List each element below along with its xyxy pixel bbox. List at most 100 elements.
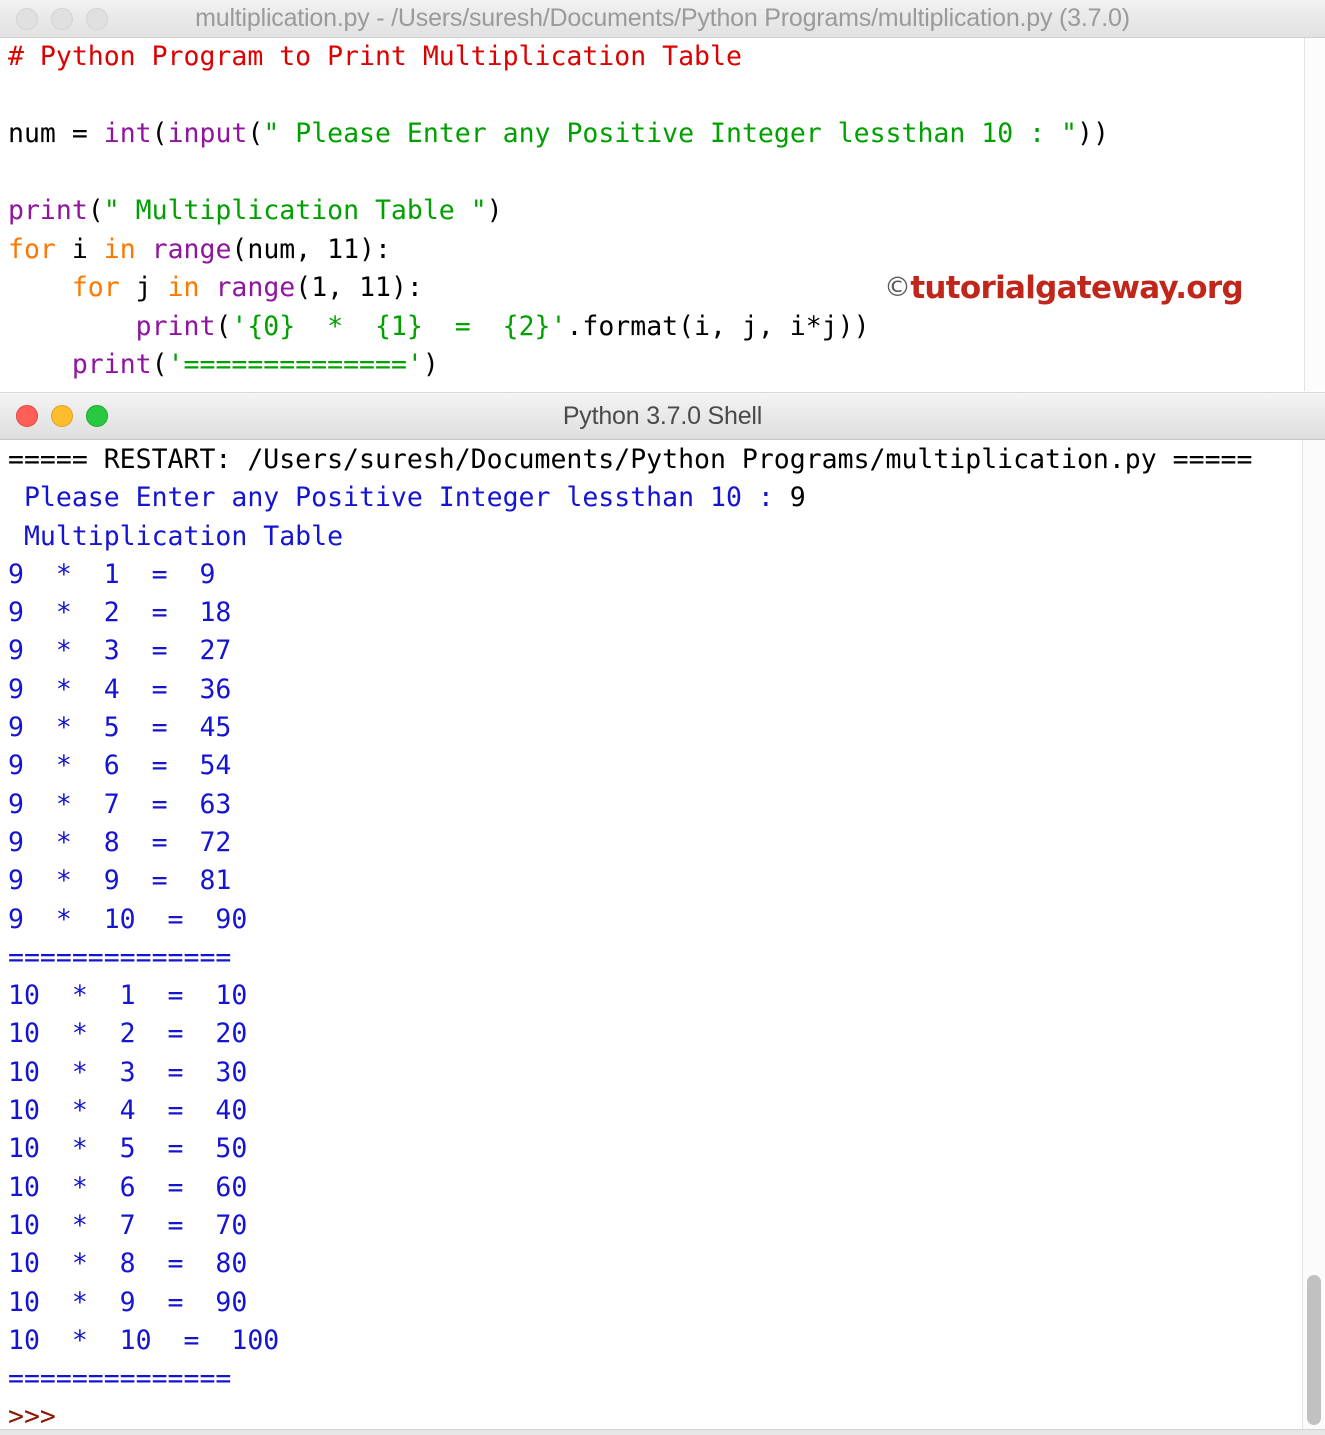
editor-traffic-lights [0, 7, 108, 30]
multiplication-row: 10 * 9 = 90 [8, 1284, 1252, 1322]
zoom-dot-icon[interactable] [86, 7, 108, 30]
multiplication-row-text: 9 * 4 = 36 [8, 673, 232, 705]
code-token-builtin: print [71, 349, 152, 380]
code-token-string: " Multiplication Table " [103, 195, 487, 226]
multiplication-row-text: 10 * 6 = 60 [8, 1171, 248, 1203]
code-line: num = int(input(" Please Enter any Posit… [8, 115, 1109, 154]
shell-scrollbar[interactable] [1302, 440, 1325, 1435]
code-token-plain: num = [8, 118, 104, 149]
shell-window: Python 3.7.0 Shell ===== RESTART: /Users… [0, 392, 1325, 1435]
shell-input-prompt-line: Please Enter any Positive Integer lessth… [8, 479, 1252, 517]
close-dot-icon[interactable] [16, 7, 38, 30]
code-line: for i in range(num, 11): [8, 231, 1109, 270]
multiplication-row: 9 * 9 = 81 [8, 862, 1252, 900]
separator-line: ============== [8, 1360, 1252, 1398]
code-token-plain: .format(i, j, i*j)) [566, 310, 870, 342]
code-token-builtin: int [103, 118, 152, 149]
multiplication-row-text: 10 * 4 = 40 [8, 1095, 248, 1127]
multiplication-row: 9 * 1 = 9 [8, 556, 1252, 594]
multiplication-row: 10 * 10 = 100 [8, 1322, 1252, 1360]
code-token-string: " Please Enter any Positive Integer less… [263, 118, 1077, 149]
multiplication-row-text: 9 * 8 = 72 [8, 826, 232, 858]
multiplication-row-text: 10 * 3 = 30 [8, 1056, 248, 1088]
minimize-dot-icon[interactable] [51, 405, 73, 427]
table-header-text: Multiplication Table [8, 520, 344, 552]
multiplication-row-text: 10 * 8 = 80 [8, 1248, 248, 1280]
code-token-builtin: print [135, 310, 216, 342]
multiplication-row-text: 9 * 7 = 63 [8, 788, 232, 820]
multiplication-row-text: 9 * 1 = 9 [8, 558, 216, 590]
shell-console-text[interactable]: ===== RESTART: /Users/suresh/Documents/P… [8, 441, 1252, 1435]
shell-table-header-line: Multiplication Table [8, 518, 1252, 556]
code-token-plain: i [55, 233, 104, 265]
editor-text-area[interactable]: # Python Program to Print Multiplication… [0, 38, 1325, 391]
code-token-builtin: range [151, 233, 232, 265]
multiplication-row: 9 * 3 = 27 [8, 632, 1252, 670]
code-token-plain: ) [422, 349, 439, 380]
multiplication-row-text: 10 * 9 = 90 [8, 1286, 248, 1318]
separator-text: ============== [8, 941, 232, 973]
multiplication-row-text: 10 * 2 = 20 [8, 1018, 248, 1050]
watermark-text: tutorialgateway.org [910, 270, 1243, 306]
user-typed-value: 9 [789, 482, 806, 514]
multiplication-row: 9 * 4 = 36 [8, 671, 1252, 709]
editor-window-title: multiplication.py - /Users/suresh/Docume… [195, 4, 1130, 32]
multiplication-row: 10 * 2 = 20 [8, 1015, 1252, 1053]
multiplication-row: 10 * 1 = 10 [8, 977, 1252, 1015]
multiplication-row-text: 9 * 9 = 81 [8, 865, 232, 897]
shell-bottom-edge [0, 1429, 1325, 1435]
editor-titlebar[interactable]: multiplication.py - /Users/suresh/Docume… [0, 0, 1325, 38]
code-line: print('{0} * {1} = {2}'.format(i, j, i*j… [8, 308, 1109, 347]
editor-window: multiplication.py - /Users/suresh/Docume… [0, 0, 1325, 392]
code-token-builtin: input [167, 118, 248, 149]
minimize-dot-icon[interactable] [51, 7, 73, 30]
code-line: # Python Program to Print Multiplication… [8, 38, 1109, 77]
code-token-plain: (num, 11): [231, 233, 391, 265]
separator-text: ============== [8, 1363, 232, 1395]
multiplication-row: 10 * 5 = 50 [8, 1130, 1252, 1168]
shell-scrollbar-thumb[interactable] [1307, 1275, 1321, 1425]
code-token-plain: ( [151, 118, 168, 149]
shell-output-area[interactable]: ===== RESTART: /Users/suresh/Documents/P… [0, 440, 1325, 1435]
multiplication-row: 9 * 5 = 45 [8, 709, 1252, 747]
multiplication-row-text: 10 * 1 = 10 [8, 980, 248, 1012]
multiplication-row-text: 10 * 10 = 100 [8, 1324, 280, 1356]
multiplication-row-text: 9 * 6 = 54 [8, 750, 232, 782]
code-token-keyword: in [103, 233, 136, 265]
multiplication-row: 10 * 3 = 30 [8, 1054, 1252, 1092]
shell-restart-line: ===== RESTART: /Users/suresh/Documents/P… [8, 441, 1252, 479]
multiplication-row-text: 9 * 10 = 90 [8, 903, 248, 935]
code-line: print(" Multiplication Table ") [8, 192, 1109, 231]
multiplication-row-text: 9 * 5 = 45 [8, 712, 232, 744]
code-token-plain: ( [247, 118, 264, 149]
restart-text: ===== RESTART: /Users/suresh/Documents/P… [8, 444, 1253, 475]
separator-line: ============== [8, 939, 1252, 977]
code-token-keyword: for [71, 272, 120, 303]
editor-source-code[interactable]: # Python Program to Print Multiplication… [8, 38, 1109, 385]
close-dot-icon[interactable] [16, 405, 38, 427]
code-token-plain: )) [1077, 118, 1109, 149]
code-token-plain: j [119, 272, 168, 303]
code-token-keyword: in [167, 272, 200, 303]
code-line: print('==============') [8, 346, 1109, 385]
shell-titlebar[interactable]: Python 3.7.0 Shell [0, 393, 1325, 440]
zoom-dot-icon[interactable] [86, 405, 108, 427]
prompt-caret: >>> [8, 1401, 56, 1433]
multiplication-row: 9 * 2 = 18 [8, 594, 1252, 632]
multiplication-row: 9 * 7 = 63 [8, 786, 1252, 824]
code-token-builtin: print [8, 195, 88, 226]
copyright-icon: © [884, 272, 911, 303]
multiplication-row: 9 * 6 = 54 [8, 747, 1252, 785]
code-token-plain: ) [486, 195, 503, 226]
code-token-builtin: range [215, 272, 296, 303]
code-token-plain: ( [151, 349, 168, 380]
multiplication-row: 10 * 7 = 70 [8, 1207, 1252, 1245]
editor-scrollbar[interactable] [1304, 38, 1325, 391]
code-token-plain: ( [215, 310, 232, 342]
tutorialgateway-watermark: ©tutorialgateway.org [884, 270, 1244, 306]
